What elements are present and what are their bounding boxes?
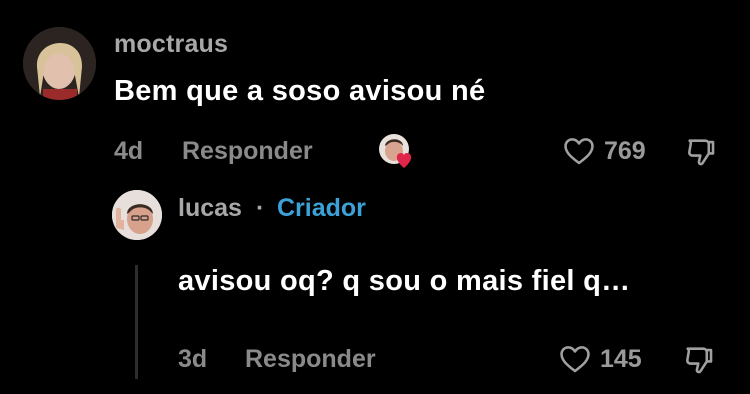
- reply-text: avisou oq? q sou o mais fiel q…: [178, 265, 631, 297]
- reply-username[interactable]: lucas: [178, 194, 242, 223]
- creator-badge: Criador: [277, 194, 366, 222]
- heart-outline-icon[interactable]: [562, 134, 596, 168]
- comment-text: Bem que a soso avisou né: [114, 75, 486, 107]
- reply-button[interactable]: Responder: [182, 137, 313, 166]
- reply-timestamp: 3d: [178, 345, 208, 373]
- thumbs-down-icon[interactable]: [684, 135, 718, 169]
- thumbs-down-icon[interactable]: [682, 343, 716, 377]
- separator-dot: ·: [256, 194, 265, 222]
- creator-liked-icon: [377, 132, 415, 170]
- thread-line: [135, 265, 138, 379]
- like-count: 145: [600, 345, 642, 373]
- avatar[interactable]: [112, 190, 162, 240]
- reply-button[interactable]: Responder: [245, 345, 376, 374]
- avatar[interactable]: [23, 27, 96, 100]
- like-count: 769: [604, 137, 646, 165]
- heart-outline-icon[interactable]: [558, 342, 592, 376]
- comment-timestamp: 4d: [114, 137, 144, 165]
- comment-username[interactable]: moctraus: [114, 30, 228, 59]
